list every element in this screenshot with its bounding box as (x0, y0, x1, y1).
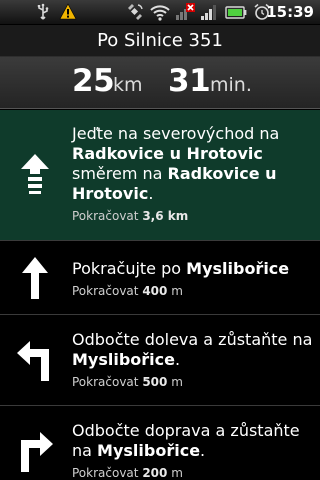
step-2-text: Pokračujte po Myslibořice Pokračovat 400… (72, 259, 316, 299)
time-value: 31 (168, 63, 211, 99)
step-4-street: Myslibořice (97, 441, 201, 460)
direction-step-4[interactable]: Odbočte doprava a zůstaňte na Myslibořic… (0, 407, 320, 480)
direction-step-1[interactable]: Jeďte na severovýchod na Radkovice u Hro… (0, 110, 320, 241)
step-3-street: Myslibořice (72, 350, 175, 369)
wifi-icon (150, 5, 170, 21)
up-arrow-icon (22, 257, 48, 299)
warning-icon (59, 3, 77, 20)
status-time: 15:39 (266, 3, 314, 21)
gps-icon (128, 4, 143, 20)
battery-icon (225, 6, 247, 19)
signal-off-icon (176, 3, 195, 20)
route-summary: 25 km 31 min. (0, 57, 320, 109)
turn-left-icon (17, 341, 49, 381)
step-1-continue: Pokračovat 3,6 km (72, 209, 189, 223)
step-1-destination: Radkovice u Hrotovic (72, 144, 263, 163)
step-2-street: Myslibořice (186, 259, 290, 278)
distance-value: 25 (72, 63, 115, 99)
route-title: Po Silnice 351 (0, 25, 320, 57)
usb-icon (37, 3, 49, 20)
status-bar: 15:39 (0, 0, 320, 25)
direction-step-2[interactable]: Pokračujte po Myslibořice Pokračovat 400… (0, 242, 320, 315)
straight-arrow-icon (21, 154, 49, 194)
step-4-text: Odbočte doprava a zůstaňte na Myslibořic… (72, 421, 316, 480)
step-3-text: Odbočte doleva a zůstaňte na Myslibořice… (72, 330, 316, 390)
step-4-continue: Pokračovat 200 m (72, 466, 183, 480)
step-1-text: Jeďte na severovýchod na Radkovice u Hro… (72, 124, 316, 224)
signal-icon (201, 5, 216, 20)
turn-right-icon (21, 432, 53, 472)
step-2-continue: Pokračovat 400 m (72, 284, 183, 298)
step-3-continue: Pokračovat 500 m (72, 375, 183, 389)
direction-step-3[interactable]: Odbočte doleva a zůstaňte na Myslibořice… (0, 316, 320, 406)
time-unit: min. (210, 74, 252, 96)
distance-unit: km (113, 74, 143, 96)
